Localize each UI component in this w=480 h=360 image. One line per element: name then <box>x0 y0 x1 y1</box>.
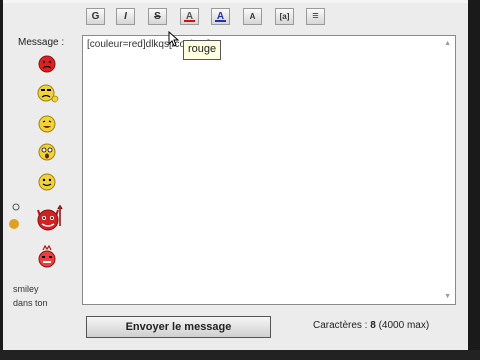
sidebar-help-line2: dans ton <box>13 298 48 308</box>
window-frame-right <box>468 0 480 360</box>
highlight-underline <box>215 20 226 22</box>
sad-smiley-icon[interactable] <box>36 83 60 105</box>
text-color-button[interactable]: A <box>180 8 199 25</box>
character-max: (4000 max) <box>378 320 430 331</box>
size-button-label: A <box>249 12 256 21</box>
scroll-down-arrow-icon[interactable]: ▼ <box>444 293 451 300</box>
scroll-up-arrow-icon[interactable]: ▲ <box>444 40 451 47</box>
sidebar-help-line1: smiley <box>13 284 39 294</box>
italic-button[interactable]: I <box>116 8 135 25</box>
color-tooltip: rouge <box>183 40 222 60</box>
text-color-underline <box>184 20 195 22</box>
character-count-value: 8 <box>370 320 376 331</box>
strikethrough-button[interactable]: S <box>148 8 167 25</box>
bold-button[interactable]: G <box>86 8 105 25</box>
code-button[interactable]: [a] <box>275 8 294 25</box>
happy-smiley-icon[interactable] <box>38 173 56 191</box>
devil-smiley-icon[interactable] <box>30 204 66 232</box>
message-textarea[interactable]: [couleur=red]dlkqs[/couleur] ▲ ▼ <box>82 35 456 305</box>
send-message-button[interactable]: Envoyer le message <box>86 316 271 338</box>
character-counter: Caractères : 8 (4000 max) <box>313 320 429 331</box>
window-frame-bottom <box>0 350 480 360</box>
code-button-label: [a] <box>279 12 290 21</box>
message-label: Message : <box>18 37 65 48</box>
italic-button-label: I <box>124 11 127 22</box>
laughing-smiley-icon[interactable] <box>38 115 56 133</box>
highlight-color-button[interactable]: A <box>211 8 230 25</box>
list-icon: ≡ <box>312 10 319 22</box>
ouch-smiley-icon[interactable] <box>36 245 58 269</box>
angry-smiley-icon[interactable] <box>38 55 56 73</box>
character-counter-label: Caractères : <box>313 320 368 331</box>
list-button[interactable]: ≡ <box>306 8 325 25</box>
bold-button-label: G <box>91 11 100 22</box>
surprised-smiley-icon[interactable] <box>38 143 56 161</box>
mouse-cursor-icon <box>168 31 180 47</box>
panel-top-edge <box>3 0 468 3</box>
partial-smiley-icon <box>9 203 20 229</box>
font-size-button[interactable]: A <box>243 8 262 25</box>
strike-button-label: S <box>154 11 161 22</box>
